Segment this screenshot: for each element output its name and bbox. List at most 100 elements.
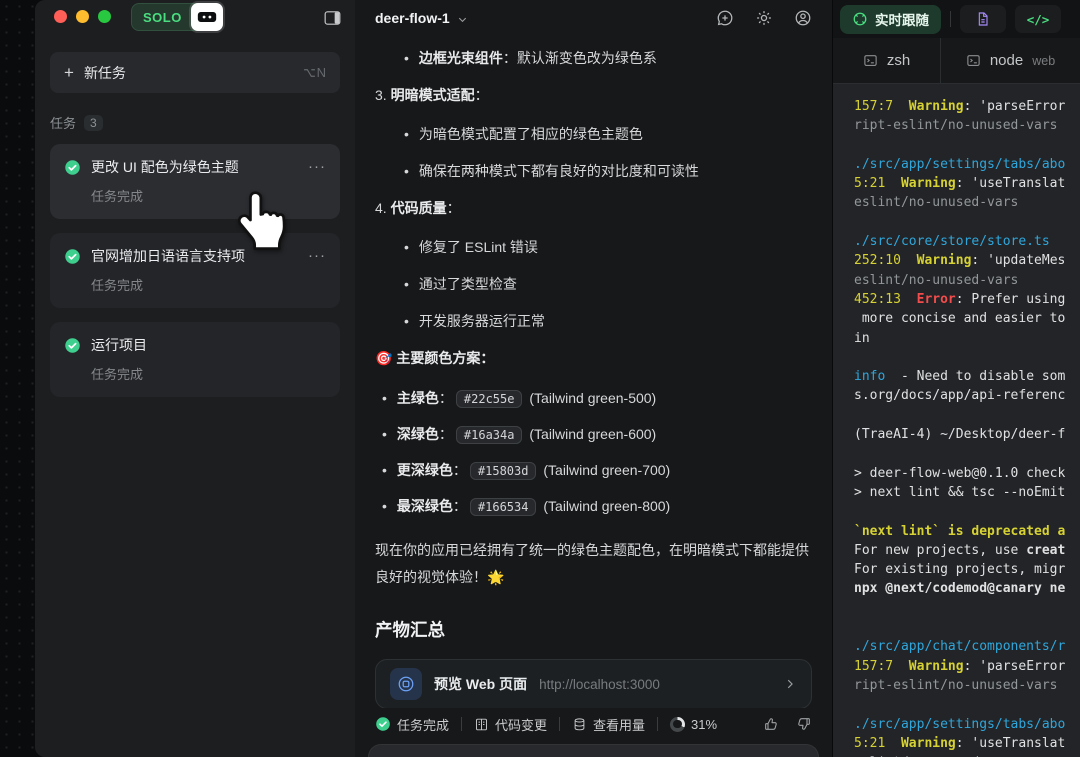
terminal-line: > deer-flow-web@0.1.0 check [854,465,1066,481]
task-complete-icon [65,337,80,353]
task-card[interactable]: 官网增加日语语言支持项 ··· 任务完成 [50,233,340,308]
terminal-line: in [854,330,870,346]
task-complete-icon [65,248,80,264]
bullet-item: • 通过了类型检查 [404,276,517,292]
plus-icon: + [64,63,74,82]
terminal-line: ./src/core/store/store.ts [854,234,1050,250]
terminal-line: ript-eslint/no-unused-vars [854,677,1058,693]
tab-badge: web [1032,53,1056,68]
terminal-panel: 实时跟随 </> zsh node web 157:7 Warning: 'pa… [832,0,1080,757]
terminal-line: For new projects, use creat [854,542,1066,558]
bullet-dot: • [382,462,387,478]
task-menu-button[interactable]: ··· [308,160,326,174]
terminal-line: ript-eslint/no-unused-vars [854,118,1058,134]
terminal-line: info - Need to disable som [854,369,1066,385]
live-follow-button[interactable]: 实时跟随 [840,4,941,34]
preview-url: http://localhost:3000 [539,676,660,692]
terminal-line: ./src/app/settings/tabs/abo [854,716,1066,732]
tab-node-web[interactable]: node web [941,38,1080,83]
close-window-button[interactable] [54,10,67,23]
new-task-label: 新任务 [83,64,126,81]
task-menu-button[interactable]: ··· [308,249,326,263]
window-titlebar: SOLO [35,0,355,38]
chevron-right-icon[interactable] [783,677,797,691]
bullet-item: • 修复了 ESLint 错误 [404,239,538,255]
task-list: 更改 UI 配色为绿色主题 ··· 任务完成 官网增加日语语言支持项 ··· 任务完成 运行… [50,144,340,397]
task-status: 任务完成 [91,278,144,293]
chat-header: deer-flow-1 [355,0,832,36]
task-card[interactable]: 更改 UI 配色为绿色主题 ··· 任务完成 [50,144,340,219]
terminal-line: 5:21 Warning: 'useTranslat [854,176,1066,192]
message-input[interactable] [368,744,819,757]
task-card[interactable]: 运行项目 任务完成 [50,322,340,397]
new-chat-icon[interactable] [716,9,734,27]
minimize-window-button[interactable] [76,10,89,23]
terminal-line: eslint/no-unused-vars [854,272,1019,288]
preview-card-title: 预览 Web 页面 [434,676,528,692]
bullet-item: • 深绿色： #16a34a (Tailwind green-600) [382,424,812,445]
document-view-button[interactable] [960,5,1006,33]
web-preview-card[interactable]: 预览 Web 页面 http://localhost:3000 [375,659,812,708]
database-icon [574,717,585,730]
terminal-line: ./src/app/chat/components/r [854,639,1066,655]
solo-mode-toggle[interactable]: SOLO [131,3,223,31]
bullet-dot: • [404,50,409,66]
terminal-panel-header: 实时跟随 </> [833,0,1080,38]
paragraph: 现在你的应用已经拥有了统一的绿色主题配色，在明暗模式下都能提供良好的视觉体验！🌟 [375,542,809,585]
chat-message-body: • 边框光束组件：默认渐变色改为绿色系 3. 明暗模式适配： • 为暗色模式配置了相应的… [355,36,832,708]
account-icon[interactable] [794,9,812,27]
code-view-button[interactable]: </> [1015,5,1061,33]
bullet-dot: • [404,163,409,179]
solo-label: SOLO [143,9,182,25]
color-code-chip: #16a34a [455,426,523,444]
option-key-icon [303,68,315,77]
terminal-line: eslint/no-unused-vars [854,195,1019,211]
zoom-window-button[interactable] [98,10,111,23]
task-status: 任务完成 [91,367,144,382]
tab-zsh[interactable]: zsh [833,38,941,83]
browser-preview-icon [390,668,422,700]
chevron-down-icon[interactable] [457,14,468,25]
bullet-dot: • [404,239,409,255]
terminal-line: npx @next/codemod@canary ne [854,581,1066,597]
terminal-line: For existing projects, migr [854,562,1066,578]
diff-icon [476,718,487,730]
terminal-line: (TraeAI-4) ~/Desktop/deer-f [854,427,1066,443]
task-title: 更改 UI 配色为绿色主题 [91,159,239,175]
artifacts-heading: 产物汇总 [375,620,445,640]
collapse-sidebar-icon[interactable] [324,10,341,26]
gear-icon[interactable] [755,9,773,27]
terminal-icon [966,53,981,68]
app-window: SOLO + 新任务 N 任务 3 更改 UI 配色为绿色主题 ··· 任务完成 官网… [35,0,1080,757]
bullet-item: • 边框光束组件：默认渐变色改为绿色系 [404,50,657,66]
usage-button[interactable]: 查看用量 [572,715,645,734]
terminal-icon [863,53,878,68]
bullet-dot: • [404,276,409,292]
terminal-line: s.org/docs/app/api-referenc [854,388,1066,404]
bullet-item: • 确保在两种模式下都有良好的对比度和可读性 [404,163,699,179]
solo-toggle-knob[interactable] [190,3,223,31]
project-title[interactable]: deer-flow-1 [375,10,450,26]
terminal-line: more concise and easier to [854,311,1066,327]
thumbs-down-icon[interactable] [796,716,812,732]
document-icon [978,12,988,26]
bullet-dot: • [382,390,387,406]
terminal-output[interactable]: 157:7 Warning: 'parseError ript-eslint/no… [833,84,1080,757]
terminal-line: 5:21 Warning: 'useTranslat [854,735,1066,751]
terminal-line: > next lint && tsc --noEmit [854,484,1066,500]
thumbs-up-icon[interactable] [763,716,779,732]
bullet-dot: • [382,426,387,442]
check-circle-icon [376,717,390,731]
terminal-line: 452:13 Error: Prefer using [854,291,1066,307]
terminal-line: 157:7 Warning: 'parseError [854,658,1066,674]
paragraph: 🎯 主要颜色方案： [375,350,495,366]
terminal-line: `next lint` is deprecated a [854,523,1066,539]
bullet-dot: • [382,498,387,514]
code-changes-button[interactable]: 代码变更 [474,715,547,734]
new-task-button[interactable]: + 新任务 N [50,52,340,93]
